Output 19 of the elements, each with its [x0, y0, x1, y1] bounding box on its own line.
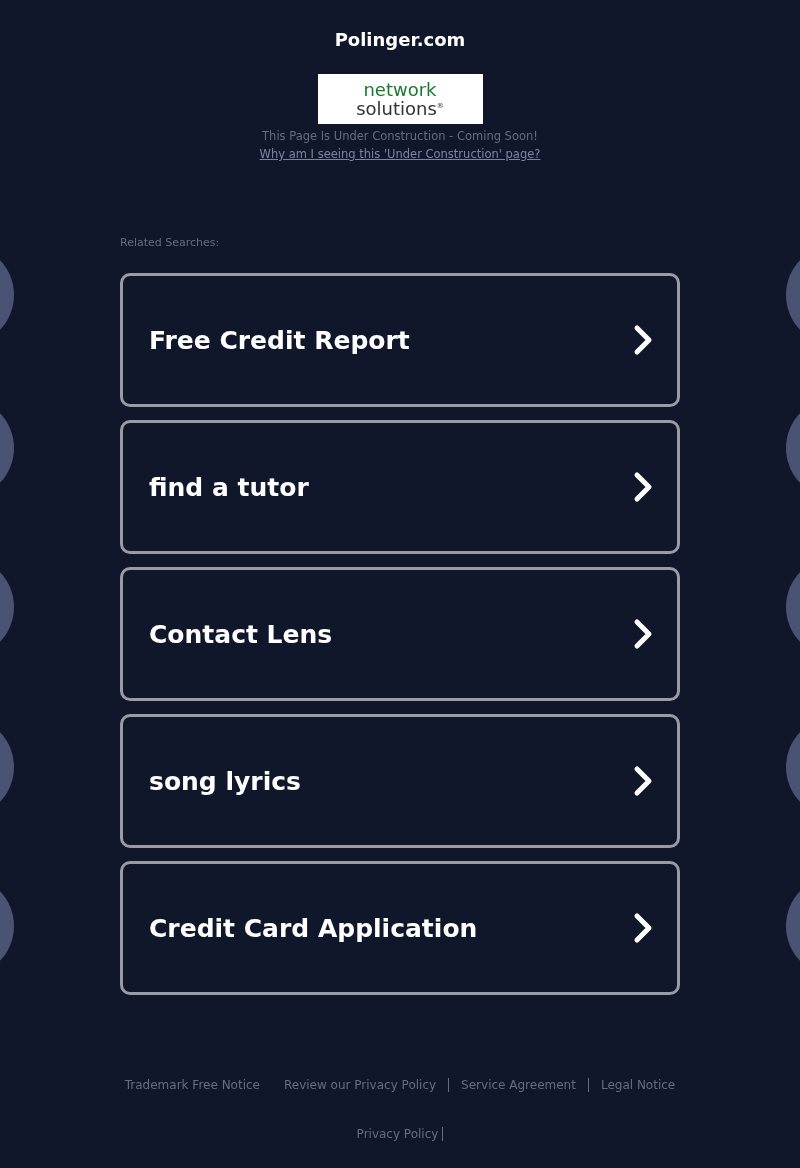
search-link[interactable]: Contact Lens	[120, 567, 680, 701]
footer-link[interactable]: Review our Privacy Policy	[284, 1078, 437, 1092]
site-title: Polinger.com	[334, 29, 466, 51]
search-link[interactable]: Free Credit Report	[120, 273, 680, 407]
chevron-right-icon	[633, 912, 653, 944]
footer-link[interactable]: Legal Notice	[600, 1078, 676, 1092]
chevron-right-icon	[633, 471, 653, 503]
search-link[interactable]: Credit Card Application	[120, 861, 680, 995]
related-searches-heading: Related Searches:	[120, 236, 221, 250]
search-link[interactable]: song lyrics	[120, 714, 680, 848]
footer-link[interactable]: Service Agreement	[461, 1078, 576, 1092]
network-solutions-logo[interactable]: network solutions$^{®}$	[317, 74, 483, 124]
search-link[interactable]: find a tutor	[120, 420, 680, 554]
chevron-right-icon	[633, 765, 653, 797]
chevron-right-icon	[633, 618, 653, 650]
construction-notice: This Page Is Under Construction - Coming Soon!	[262, 129, 538, 143]
why-link[interactable]: Why am I seeing this 'Under Construction' page?	[259, 147, 541, 161]
chevron-right-icon	[633, 324, 653, 356]
footer-link[interactable]: Privacy Policy	[356, 1127, 439, 1141]
